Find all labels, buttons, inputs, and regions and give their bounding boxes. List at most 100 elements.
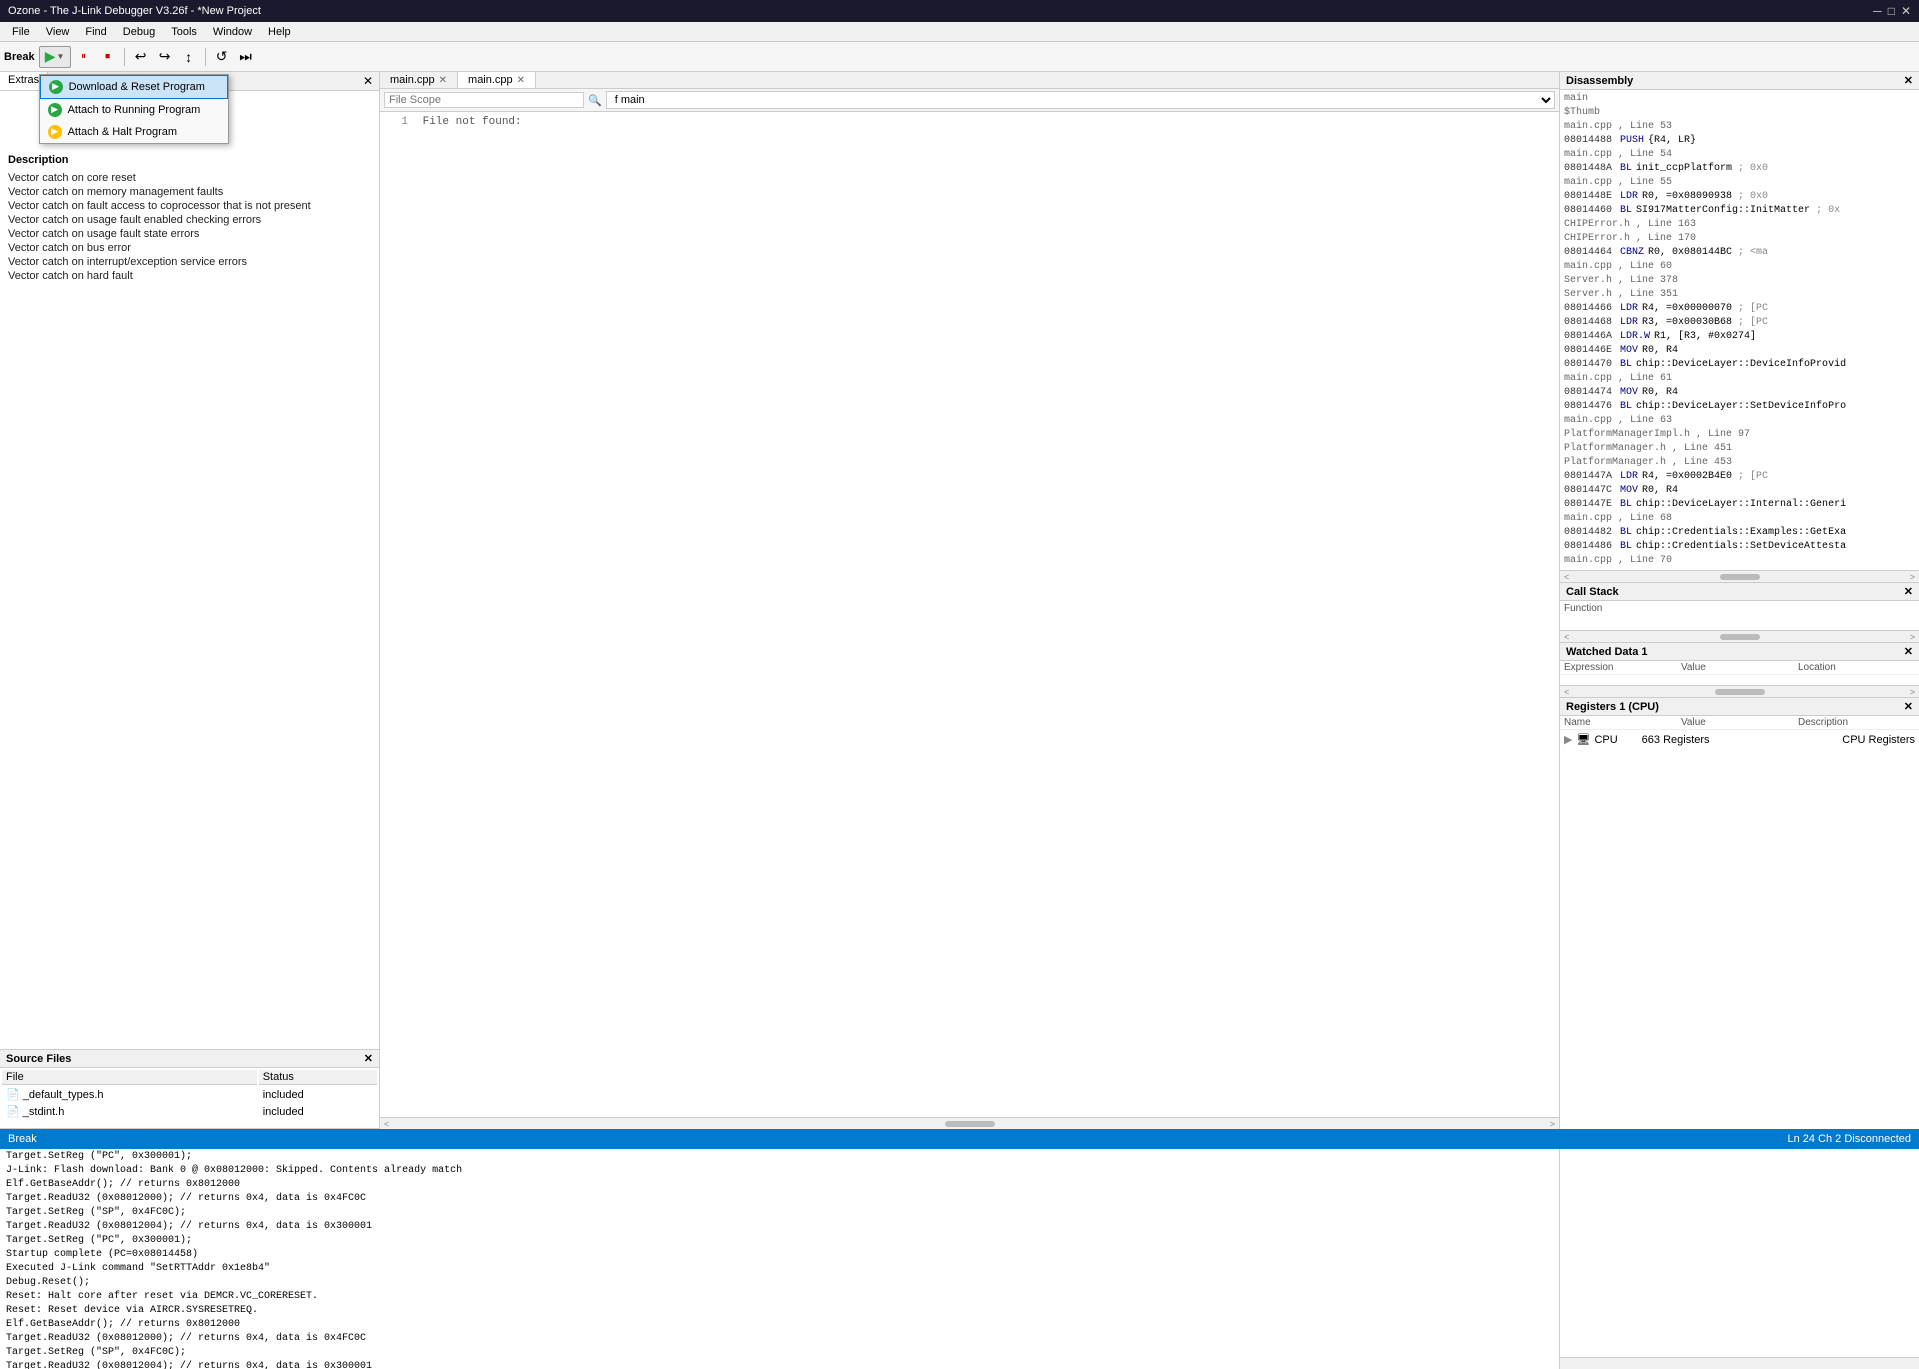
editor-tab-0[interactable]: main.cpp ✕ <box>380 72 458 88</box>
editor-scroll-right[interactable]: > <box>1550 1119 1555 1129</box>
console-line-8: Executed J-Link command "SetRTTAddr 0x1e… <box>6 1262 1553 1276</box>
source-row-0[interactable]: 📄 _default_types.h included <box>2 1087 377 1102</box>
menu-tools[interactable]: Tools <box>163 22 205 41</box>
dis-line-src2: main.cpp , Line 55 <box>1564 176 1915 190</box>
dis-line-4: 08014464CBNZR0, 0x080144BC ; <ma <box>1564 246 1915 260</box>
maximize-button[interactable]: □ <box>1888 4 1895 18</box>
dropdown-item-attach-halt[interactable]: ▶ Attach & Halt Program <box>40 121 228 143</box>
editor-tab-0-close[interactable]: ✕ <box>439 75 447 86</box>
dropdown-item-attach-halt-label: Attach & Halt Program <box>68 126 177 138</box>
watched-cols: Expression Value Location <box>1560 661 1919 675</box>
dis-line-10: 08014474MOVR0, R4 <box>1564 386 1915 400</box>
menu-help[interactable]: Help <box>260 22 299 41</box>
reg-row-cpu[interactable]: ▶ 🖥 CPU 663 Registers CPU Registers <box>1564 732 1915 747</box>
editor-tab-1-close[interactable]: ✕ <box>517 75 525 86</box>
pause-button[interactable]: ⏸ <box>73 46 95 68</box>
source-files-close[interactable]: ✕ <box>364 1052 373 1065</box>
title-bar-controls[interactable]: ─ □ ✕ <box>1873 4 1911 18</box>
cs-scroll-right[interactable]: > <box>1910 632 1915 642</box>
dis-scroll-right[interactable]: > <box>1910 572 1915 582</box>
desc-item-1: Vector catch on memory management faults <box>8 186 371 198</box>
menu-bar: File View Find Debug Tools Window Help <box>0 22 1919 42</box>
watched-hscrollbar[interactable]: < > <box>1560 685 1919 697</box>
console-wrap: Console ✕ Target.SetReg ("PC", 0x300001)… <box>0 1130 1559 1369</box>
menu-debug[interactable]: Debug <box>115 22 163 41</box>
status-bar: Break Ln 24 Ch 2 Disconnected <box>0 1129 1919 1149</box>
source-row-0-file: 📄 _default_types.h <box>2 1087 257 1102</box>
disassembly-section: Disassembly ✕ main $Thumb main.cpp , Lin… <box>1560 72 1919 583</box>
menu-window[interactable]: Window <box>205 22 260 41</box>
step-into-button[interactable]: ↪ <box>154 46 176 68</box>
callstack-section: Call Stack ✕ Function < > <box>1560 583 1919 643</box>
dis-line-src8: main.cpp , Line 61 <box>1564 372 1915 386</box>
menu-find[interactable]: Find <box>77 22 114 41</box>
start-dropdown-button[interactable]: ▶▼ <box>39 46 71 68</box>
reg-col-name: Name <box>1564 717 1681 728</box>
break-label: Break <box>4 51 35 63</box>
console-line-13: Target.ReadU32 (0x08012000); // returns … <box>6 1332 1553 1346</box>
dis-line-src5: main.cpp , Line 60 <box>1564 260 1915 274</box>
desc-item-5: Vector catch on bus error <box>8 242 371 254</box>
dis-line-13: 0801447CMOVR0, R4 <box>1564 484 1915 498</box>
file-scope-input[interactable] <box>384 92 584 108</box>
dis-line-16: 08014486BLchip::Credentials::SetDeviceAt… <box>1564 540 1915 554</box>
disassembly-close[interactable]: ✕ <box>1904 74 1913 87</box>
watched-header: Watched Data 1 ✕ <box>1560 643 1919 661</box>
watched-section: Watched Data 1 ✕ Expression Value Locati… <box>1560 643 1919 698</box>
dis-line-9: 08014470BLchip::DeviceLayer::DeviceInfoP… <box>1564 358 1915 372</box>
editor-line-1: 1 File not found: <box>388 116 1551 128</box>
left-panel: Extras ✕ Description Vector catch on cor… <box>0 72 380 1129</box>
reg-expand-icon[interactable]: ▶ <box>1564 733 1572 746</box>
desc-item-6: Vector catch on interrupt/exception serv… <box>8 256 371 268</box>
editor-hscrollbar[interactable]: < > <box>380 1117 1559 1129</box>
source-row-1[interactable]: 📄 _stdint.h included <box>2 1104 377 1119</box>
registers-close[interactable]: ✕ <box>1904 700 1913 713</box>
dis-line-src3: CHIPError.h , Line 163 <box>1564 218 1915 232</box>
line-number-1: 1 <box>388 116 408 128</box>
dis-line-15: 08014482BLchip::Credentials::Examples::G… <box>1564 526 1915 540</box>
menu-file[interactable]: File <box>4 22 38 41</box>
editor-tab-1-label: main.cpp <box>468 74 513 86</box>
cs-scroll-left[interactable]: < <box>1564 632 1569 642</box>
description-title: Description <box>8 154 371 166</box>
stop-button[interactable]: ⏹ <box>97 46 119 68</box>
extras-close-button[interactable]: ✕ <box>357 72 379 90</box>
watched-close[interactable]: ✕ <box>1904 645 1913 658</box>
disassembly-title: Disassembly <box>1566 75 1633 87</box>
dropdown-item-attach-running[interactable]: ▶ Attach to Running Program <box>40 99 228 121</box>
menu-view[interactable]: View <box>38 22 78 41</box>
dropdown-item-download-reset[interactable]: ▶ Download & Reset Program <box>40 75 228 99</box>
source-files-panel: Source Files ✕ File Status 📄 _default <box>0 1049 379 1129</box>
dis-line-src13: main.cpp , Line 68 <box>1564 512 1915 526</box>
close-button[interactable]: ✕ <box>1901 4 1911 18</box>
function-select[interactable]: f main <box>606 91 1555 109</box>
file-scope-icon: 🔍 <box>588 94 602 107</box>
memory-wrap: Memory 1 @ 00000000 ✕ <box>1559 1130 1919 1369</box>
source-row-1-file: 📄 _stdint.h <box>2 1104 257 1119</box>
registers-section: Registers 1 (CPU) ✕ Name Value Descripti… <box>1560 698 1919 1129</box>
dis-hscrollbar[interactable]: < > <box>1560 570 1919 582</box>
memory-scrollbar[interactable] <box>1560 1357 1919 1369</box>
step-over-button[interactable]: ↩ <box>130 46 152 68</box>
dis-line-src12: PlatformManager.h , Line 453 <box>1564 456 1915 470</box>
dis-line-2: 0801448ELDRR0, =0x08090938 ; 0x0 <box>1564 190 1915 204</box>
editor-tab-1[interactable]: main.cpp ✕ <box>458 72 536 88</box>
dis-line-11: 08014476BLchip::DeviceLayer::SetDeviceIn… <box>1564 400 1915 414</box>
next-button[interactable]: ⏭ <box>235 46 257 68</box>
minimize-button[interactable]: ─ <box>1873 4 1882 18</box>
callstack-close[interactable]: ✕ <box>1904 585 1913 598</box>
step-out-button[interactable]: ↕ <box>178 46 200 68</box>
reg-col-desc: Description <box>1798 717 1915 728</box>
callstack-hscrollbar[interactable]: < > <box>1560 630 1919 642</box>
watched-col-expr: Expression <box>1564 662 1681 673</box>
wd-scroll-left[interactable]: < <box>1564 687 1569 697</box>
reset-button[interactable]: ↺ <box>211 46 233 68</box>
editor-scroll-left[interactable]: < <box>384 1119 389 1129</box>
wd-scroll-right[interactable]: > <box>1910 687 1915 697</box>
dis-line-src0: main.cpp , Line 53 <box>1564 120 1915 134</box>
dis-scroll-left[interactable]: < <box>1564 572 1569 582</box>
source-row-0-status: included <box>259 1087 377 1102</box>
dis-line-8: 0801446EMOVR0, R4 <box>1564 344 1915 358</box>
console-line-14: Target.SetReg ("SP", 0x4FC0C); <box>6 1346 1553 1360</box>
dis-line-src14: main.cpp , Line 70 <box>1564 554 1915 568</box>
